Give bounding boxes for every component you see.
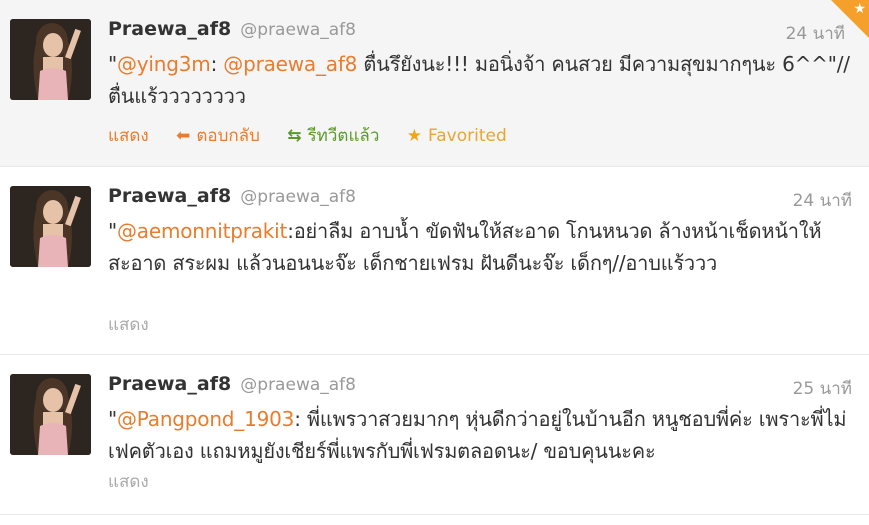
- tweet-item[interactable]: Praewa_af8 @praewa_af8 24 นาที "@aemonni…: [0, 167, 869, 355]
- avatar[interactable]: [10, 186, 91, 267]
- tweet-text: "@aemonnitprakit:อย่าลืม อาบน้ำ ขัดฟันให…: [108, 215, 856, 279]
- mention-link[interactable]: @ying3m: [117, 52, 211, 76]
- star-icon: ★: [406, 126, 423, 146]
- tweet-header: Praewa_af8 @praewa_af8: [108, 185, 356, 211]
- avatar-image: [10, 374, 91, 455]
- tweet-actions: แสดง ⬅ ตอบกลับ ⇆ รีทวีตแล้ว ★ Favorited: [108, 122, 529, 149]
- tweet-text: "@ying3m: @praewa_af8 ตื่นรึยังนะ!!! มอน…: [108, 48, 856, 112]
- favorite-button[interactable]: ★ Favorited: [407, 126, 507, 146]
- tweet-text-part: :: [210, 52, 224, 76]
- avatar-image: [10, 186, 91, 267]
- retweet-label: รีทวีตแล้ว: [307, 126, 380, 146]
- favorite-label: Favorited: [428, 126, 507, 146]
- user-name[interactable]: Praewa_af8: [108, 185, 231, 207]
- mention-link[interactable]: @aemonnitprakit: [117, 219, 287, 243]
- tweet-item[interactable]: Praewa_af8 @praewa_af8 25 นาที "@Pangpon…: [0, 355, 869, 515]
- user-handle[interactable]: @praewa_af8: [240, 375, 356, 395]
- tweet-header: Praewa_af8 @praewa_af8: [108, 373, 356, 399]
- quote-mark: ": [108, 52, 117, 76]
- avatar[interactable]: [10, 374, 91, 455]
- quote-mark: ": [108, 219, 117, 243]
- retweet-icon: ⇆: [287, 126, 302, 146]
- timestamp[interactable]: 25 นาที: [793, 375, 852, 402]
- user-name[interactable]: Praewa_af8: [108, 373, 231, 395]
- quote-mark: ": [108, 407, 117, 431]
- tweet-actions: แสดง: [108, 468, 171, 495]
- avatar[interactable]: [10, 19, 91, 100]
- user-handle[interactable]: @praewa_af8: [240, 20, 356, 40]
- avatar-image: [10, 19, 91, 100]
- reply-arrow-icon: ⬅: [176, 126, 191, 146]
- tweet-header: Praewa_af8 @praewa_af8: [108, 18, 356, 44]
- mention-link[interactable]: @Pangpond_1903: [117, 407, 294, 431]
- show-link[interactable]: แสดง: [108, 311, 149, 338]
- timestamp[interactable]: 24 นาที: [793, 187, 852, 214]
- show-link[interactable]: แสดง: [108, 468, 149, 495]
- timestamp[interactable]: 24 นาที: [786, 20, 845, 47]
- tweet-item[interactable]: ★ Praewa_af8 @praewa_af8 24 นาที "@ying3…: [0, 0, 869, 167]
- retweet-button[interactable]: ⇆ รีทวีตแล้ว: [287, 122, 379, 149]
- tweet-actions: แสดง: [108, 311, 171, 338]
- star-icon: ★: [853, 1, 866, 17]
- reply-button[interactable]: ⬅ ตอบกลับ: [176, 122, 260, 149]
- user-handle[interactable]: @praewa_af8: [240, 187, 356, 207]
- reply-label: ตอบกลับ: [196, 126, 260, 146]
- tweet-text: "@Pangpond_1903: พี่แพรวาสวยมากๆ หุ่นดีก…: [108, 403, 856, 467]
- show-link[interactable]: แสดง: [108, 122, 149, 149]
- user-name[interactable]: Praewa_af8: [108, 18, 231, 40]
- mention-link[interactable]: @praewa_af8: [223, 52, 357, 76]
